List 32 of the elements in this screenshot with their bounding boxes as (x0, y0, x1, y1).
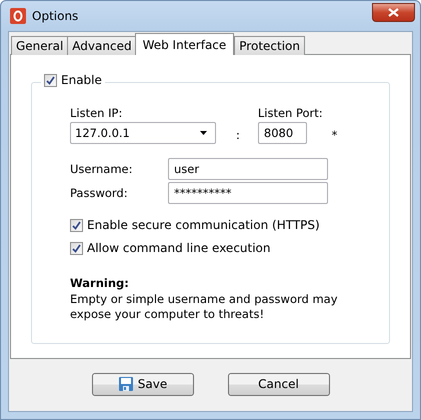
tab[interactable]: Web Interface (134, 33, 234, 55)
password-field[interactable]: ********** (168, 182, 328, 204)
window-title: Options (32, 9, 80, 23)
warning-title: Warning: (70, 276, 130, 290)
checkbox[interactable] (70, 242, 83, 254)
app-icon (10, 8, 26, 24)
tab[interactable]: Protection (234, 36, 305, 55)
dropdown-arrow-icon (200, 131, 207, 135)
save-button[interactable]: Save (92, 372, 194, 396)
close-icon (388, 8, 399, 16)
checkmark-icon (46, 76, 55, 84)
tab[interactable]: Advanced (67, 36, 137, 55)
warning-text: Empty or simple username and password may expose your computer to threats! (70, 292, 338, 322)
tab[interactable]: General (11, 36, 68, 55)
checkmark-icon (72, 244, 81, 252)
separator-text: : (236, 128, 240, 142)
field-label: Listen Port: (258, 106, 323, 120)
ip-dropdown[interactable]: 127.0.0.1 (70, 122, 216, 144)
checkbox[interactable] (70, 218, 83, 232)
checkbox-label: Allow command line execution (87, 241, 271, 255)
field-label: Listen IP: (70, 106, 124, 120)
username-field[interactable]: user (168, 158, 328, 180)
checkbox-label: Enable secure communication (HTTPS) (87, 218, 320, 232)
checkbox[interactable] (44, 74, 57, 86)
cancel-button[interactable]: Cancel (228, 372, 330, 396)
close-button[interactable] (372, 2, 415, 22)
field-label: Username: (70, 162, 134, 176)
field-label: Password: (70, 186, 129, 200)
port-field[interactable]: 8080 (258, 122, 307, 144)
checkmark-icon (72, 220, 81, 230)
required-mark: * (332, 128, 338, 142)
checkbox-label: Enable (61, 73, 102, 87)
